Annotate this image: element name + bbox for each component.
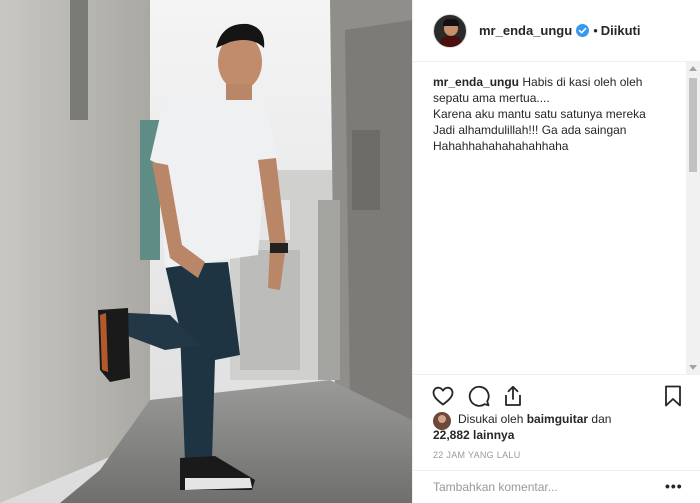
likes-count-line[interactable]: 22,882 lainnya <box>433 427 683 443</box>
post-side-panel: mr_enda_ungu • Diikuti mr_enda_ungu Habi… <box>412 0 700 503</box>
caption-line: Hahahhahahahahahhaha <box>433 139 569 153</box>
separator-dot: • <box>593 23 598 38</box>
likes-line: Disukai oleh baimguitar dan <box>433 411 683 427</box>
caption-line: Karena aku mantu satu satunya mereka <box>433 107 646 121</box>
comments-scrollbar[interactable] <box>686 62 700 374</box>
comment-form: ••• <box>413 470 700 503</box>
post-header: mr_enda_ungu • Diikuti <box>413 0 700 62</box>
scrollbar-thumb[interactable] <box>689 78 697 172</box>
caption-area: mr_enda_ungu Habis di kasi oleh oleh sep… <box>413 62 700 374</box>
caption-line: sepatu ama mertua.... <box>433 91 550 105</box>
likes-count[interactable]: 22,882 <box>433 428 470 442</box>
comment-bubble-icon[interactable] <box>467 384 491 408</box>
share-icon[interactable] <box>501 384 525 408</box>
verified-badge-icon <box>576 24 590 37</box>
username-link[interactable]: mr_enda_ungu <box>479 23 572 38</box>
likes-prefix: Disukai oleh <box>458 412 524 426</box>
post-photo-illustration <box>0 0 412 503</box>
post-photo[interactable] <box>0 0 412 503</box>
liker-username-link[interactable]: baimguitar <box>527 412 588 426</box>
avatar[interactable] <box>433 13 467 48</box>
scroll-down-arrow-icon[interactable] <box>689 365 697 370</box>
caption-line: Jadi alhamdulillah!!! Ga ada saingan <box>433 123 627 137</box>
liker-avatar[interactable] <box>433 412 451 430</box>
more-options-icon[interactable]: ••• <box>665 479 683 493</box>
caption-line: mr_enda_ungu Habis di kasi oleh oleh <box>433 74 683 90</box>
heart-icon[interactable] <box>431 384 455 408</box>
scroll-up-arrow-icon[interactable] <box>689 66 697 71</box>
likes-conjunction: dan <box>591 412 612 426</box>
add-comment-input[interactable] <box>433 480 653 494</box>
follow-status-button[interactable]: Diikuti <box>601 23 641 38</box>
caption-text: Habis di kasi oleh oleh <box>522 75 643 89</box>
action-bar <box>413 374 700 414</box>
caption-username[interactable]: mr_enda_ungu <box>433 75 519 89</box>
bookmark-icon[interactable] <box>661 384 685 408</box>
likes-summary: Disukai oleh baimguitar dan 22,882 lainn… <box>433 411 683 443</box>
post-timestamp[interactable]: 22 JAM YANG LALU <box>433 450 521 460</box>
likes-suffix[interactable]: lainnya <box>473 428 514 442</box>
